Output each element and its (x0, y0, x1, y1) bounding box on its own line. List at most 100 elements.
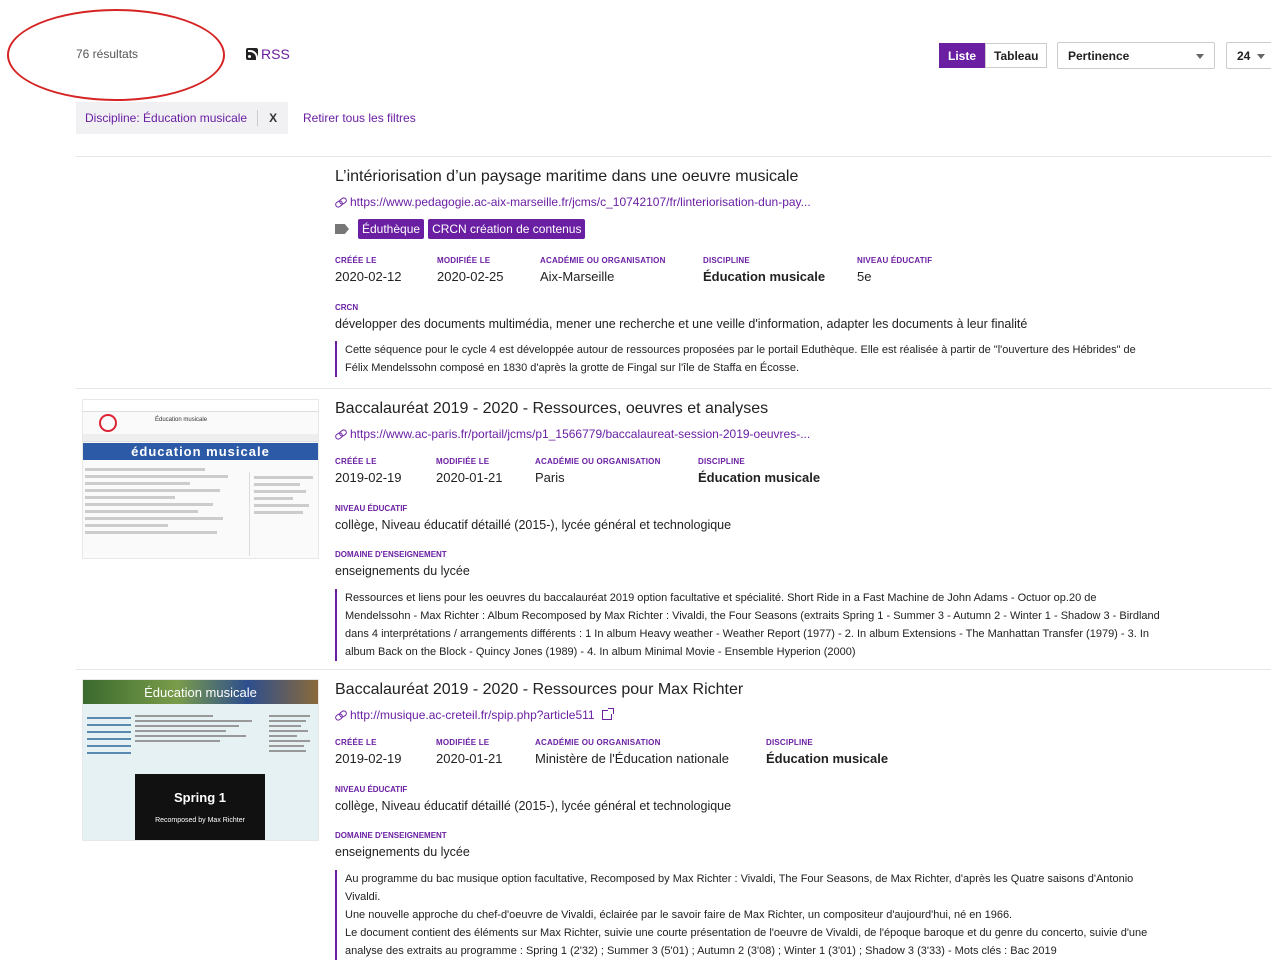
sort-select[interactable]: Pertinence (1057, 42, 1215, 69)
result-title[interactable]: Baccalauréat 2019 - 2020 - Ressources, o… (335, 400, 768, 418)
description-line: Au programme du bac musique option facul… (345, 873, 1134, 885)
thumb-sidebar (269, 712, 315, 755)
thumb-site-title: Éducation musicale (155, 417, 208, 423)
meta-label: MODIFIÉE LE (437, 256, 491, 265)
link-icon (335, 198, 346, 207)
meta-modified: MODIFIÉE LE 2020-01-21 (436, 738, 503, 766)
meta-value: 2019-02-19 (335, 470, 402, 485)
tags-row: Éduthèque CRCN création de contenus (335, 219, 586, 239)
domain-label: DOMAINE D'ENSEIGNEMENT (335, 831, 447, 840)
per-page-select[interactable]: 24 (1226, 42, 1271, 69)
meta-modified: MODIFIÉE LE 2020-01-21 (436, 457, 503, 485)
rss-label: RSS (261, 46, 290, 62)
meta-academy: ACADÉMIE OU ORGANISATION Paris (535, 457, 661, 485)
result-title[interactable]: L’intériorisation d’un paysage maritime … (335, 168, 798, 186)
meta-discipline: DISCIPLINE Éducation musicale (698, 457, 820, 485)
meta-label: ACADÉMIE OU ORGANISATION (540, 256, 666, 265)
view-list-button[interactable]: Liste (939, 43, 986, 68)
meta-label: DISCIPLINE (703, 256, 750, 265)
result-url[interactable]: https://www.ac-paris.fr/portail/jcms/p1_… (335, 427, 810, 441)
divider (76, 388, 1271, 389)
thumb-content (85, 464, 235, 556)
meta-created: CRÉÉE LE 2019-02-19 (335, 738, 402, 766)
meta-discipline: DISCIPLINE Éducation musicale (766, 738, 888, 766)
meta-label: CRÉÉE LE (335, 457, 377, 466)
divider (76, 156, 1271, 157)
meta-label: DISCIPLINE (698, 457, 745, 466)
external-link-icon (601, 708, 614, 720)
meta-value: Éducation musicale (703, 269, 826, 284)
chevron-down-icon (1196, 54, 1204, 59)
meta-value: Paris (535, 470, 565, 485)
crcn-label: CRCN (335, 303, 359, 312)
meta-value: Aix-Marseille (540, 269, 615, 284)
description-line: Cette séquence pour le cycle 4 est dével… (345, 344, 1136, 356)
results-toolbar: 76 résultats RSS Liste Tableau Pertinenc… (0, 0, 1271, 110)
meta-label: NIVEAU ÉDUCATIF (857, 256, 933, 265)
meta-value: 2020-02-25 (437, 269, 504, 284)
meta-value: 2020-01-21 (436, 751, 503, 766)
active-filter-chip: Discipline: Éducation musicale X (76, 102, 289, 134)
result-description: Cette séquence pour le cycle 4 est dével… (335, 341, 1271, 377)
meta-value: Ministère de l'Éducation nationale (535, 751, 729, 766)
meta-value: Éducation musicale (698, 470, 821, 485)
rss-link[interactable]: RSS (246, 46, 290, 62)
level-label: NIVEAU ÉDUCATIF (335, 504, 408, 513)
result-url[interactable]: http://musique.ac-creteil.fr/spip.php?ar… (335, 708, 614, 722)
chevron-down-icon (1257, 54, 1265, 59)
result-url-text: https://www.ac-paris.fr/portail/jcms/p1_… (350, 427, 811, 441)
video-title: Spring 1 (173, 790, 226, 805)
rss-icon (246, 48, 258, 60)
meta-academy: ACADÉMIE OU ORGANISATION Ministère de l'… (535, 738, 729, 766)
academy-logo-icon (99, 414, 117, 432)
meta-label: ACADÉMIE OU ORGANISATION (535, 457, 661, 466)
meta-label: MODIFIÉE LE (436, 738, 490, 747)
result-title[interactable]: Baccalauréat 2019 - 2020 - Ressources po… (335, 681, 743, 699)
remove-filter-button[interactable]: X (257, 110, 288, 126)
video-subtitle: Recomposed by Max Richter (155, 817, 245, 824)
view-table-button[interactable]: Tableau (985, 43, 1048, 68)
description-line: Félix Mendelssohn composé en 1830 d'aprè… (345, 362, 800, 374)
meta-label: DISCIPLINE (766, 738, 813, 747)
divider (76, 669, 1271, 670)
per-page-selected-value: 24 (1237, 48, 1251, 63)
thumb-banner: éducation musicale (83, 443, 318, 460)
meta-created: CRÉÉE LE 2020-02-12 (335, 256, 402, 284)
description-line: Une nouvelle approche du chef-d'oeuvre d… (345, 909, 1013, 921)
result-url-text: https://www.pedagogie.ac-aix-marseille.f… (350, 195, 811, 209)
meta-label: ACADÉMIE OU ORGANISATION (535, 738, 661, 747)
description-line: Mendelssohn - Max Richter : Album Recomp… (345, 610, 1160, 622)
description-line: dans 4 interprétations / arrangements di… (345, 628, 1150, 640)
thumb-content (135, 712, 265, 745)
view-toggle: Liste Tableau (939, 43, 1048, 68)
domain-label: DOMAINE D'ENSEIGNEMENT (335, 550, 447, 559)
result-description: Ressources et liens pour les oeuvres du … (335, 589, 1271, 661)
crcn-value: développer des documents multimédia, men… (335, 317, 1028, 331)
meta-academy: ACADÉMIE OU ORGANISATION Aix-Marseille (540, 256, 666, 284)
result-thumbnail[interactable]: Éducation musicale éducation musicale (82, 399, 319, 559)
description-line: analyse des extraits au programme : Spri… (345, 945, 1057, 957)
level-label: NIVEAU ÉDUCATIF (335, 785, 408, 794)
description-line: Le document contient des éléments sur Ma… (345, 927, 1148, 939)
result-url[interactable]: https://www.pedagogie.ac-aix-marseille.f… (335, 195, 811, 209)
tag[interactable]: CRCN création de contenus (428, 219, 586, 239)
meta-value: 2020-01-21 (436, 470, 503, 485)
link-icon (335, 711, 346, 720)
sort-selected-value: Pertinence (1068, 48, 1130, 63)
annotation-circle (7, 9, 225, 101)
meta-label: CRÉÉE LE (335, 256, 377, 265)
meta-label: CRÉÉE LE (335, 738, 377, 747)
meta-value: 2020-02-12 (335, 269, 402, 284)
domain-value: enseignements du lycée (335, 564, 470, 578)
tag[interactable]: Éduthèque (358, 219, 425, 239)
tags-icon (335, 224, 349, 234)
video-player: Spring 1 Recomposed by Max Richter (135, 774, 265, 840)
domain-value: enseignements du lycée (335, 845, 470, 859)
meta-created: CRÉÉE LE 2019-02-19 (335, 457, 402, 485)
level-value: collège, Niveau éducatif détaillé (2015-… (335, 799, 732, 813)
thumb-banner: Éducation musicale (83, 680, 318, 704)
thumb-nav (83, 434, 318, 442)
clear-all-filters-link[interactable]: Retirer tous les filtres (303, 111, 416, 125)
result-thumbnail[interactable]: Éducation musicale Spring 1 Recomposed b… (82, 679, 319, 841)
link-icon (335, 430, 346, 439)
